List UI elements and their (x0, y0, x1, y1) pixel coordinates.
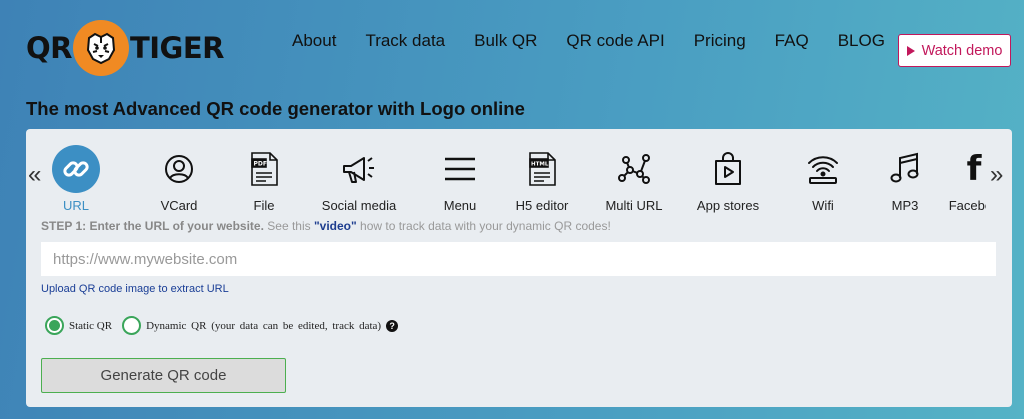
svg-text:HTML: HTML (531, 162, 549, 168)
facebook-icon: f (966, 149, 982, 189)
qr-generator-panel: « » URL VCard PDF File Social media Menu… (26, 129, 1012, 407)
nav-bulk-qr[interactable]: Bulk QR (474, 31, 537, 51)
nav-about[interactable]: About (292, 31, 336, 51)
type-label: Social media (321, 198, 397, 213)
type-multi-url[interactable]: Multi URL (602, 145, 666, 213)
network-icon (610, 145, 658, 193)
type-label: VCard (160, 198, 198, 213)
play-icon (906, 45, 915, 56)
tiger-icon (72, 20, 129, 76)
type-label: File (253, 198, 275, 213)
nav-track-data[interactable]: Track data (365, 31, 445, 51)
video-link[interactable]: "video" (314, 219, 357, 233)
menu-icon (436, 145, 484, 193)
logo-text-right: TIGER (129, 31, 225, 65)
nav-qr-code-api[interactable]: QR code API (566, 31, 664, 51)
step-instructions: STEP 1: Enter the URL of your website. S… (41, 219, 611, 233)
type-label: Faceboo (948, 198, 986, 213)
type-app-stores[interactable]: App stores (692, 145, 764, 213)
html-file-icon: HTML (518, 145, 566, 193)
user-icon (155, 145, 203, 193)
type-facebook[interactable]: f Faceboo (944, 145, 986, 213)
upload-qr-link[interactable]: Upload QR code image to extract URL (41, 283, 229, 295)
static-qr-radio[interactable] (45, 316, 64, 335)
type-label: App stores (696, 198, 760, 213)
type-h5-editor[interactable]: HTML H5 editor (510, 145, 574, 213)
url-input[interactable] (41, 242, 996, 276)
qr-mode-radio-group: Static QR Dynamic QR (your data can be e… (45, 316, 399, 335)
type-vcard[interactable]: VCard (146, 145, 212, 213)
link-icon (52, 145, 100, 193)
step-title: STEP 1: Enter the URL of your website. (41, 219, 264, 233)
type-mp3[interactable]: MP3 (880, 145, 930, 213)
type-social-media[interactable]: Social media (306, 145, 412, 213)
nav-faq[interactable]: FAQ (775, 31, 809, 51)
dynamic-qr-label: Dynamic QR (your data can be edited, tra… (146, 319, 382, 332)
type-label: H5 editor (515, 198, 569, 213)
shopping-bag-icon (704, 145, 752, 193)
type-label: Multi URL (605, 198, 663, 213)
chevron-right-icon[interactable]: » (990, 161, 1003, 189)
type-label: MP3 (891, 198, 919, 213)
nav-blog[interactable]: BLOG (838, 31, 885, 51)
type-file[interactable]: PDF File (236, 145, 292, 213)
svg-text:PDF: PDF (254, 161, 267, 168)
type-wifi[interactable]: Wifi (798, 145, 848, 213)
type-label: URL (62, 198, 89, 213)
watch-demo-button[interactable]: Watch demo (898, 34, 1011, 67)
megaphone-icon (335, 145, 383, 193)
watch-demo-label: Watch demo (921, 42, 1003, 59)
main-nav: About Track data Bulk QR QR code API Pri… (292, 31, 914, 51)
logo-text-left: QR (26, 31, 72, 65)
nav-pricing[interactable]: Pricing (694, 31, 746, 51)
page-title: The most Advanced QR code generator with… (26, 98, 525, 119)
static-qr-label: Static QR (69, 319, 113, 332)
wifi-icon (799, 145, 847, 193)
chevron-left-icon[interactable]: « (28, 161, 41, 189)
generate-qr-button[interactable]: Generate QR code (41, 358, 286, 393)
type-url[interactable]: URL (50, 145, 102, 213)
qr-type-carousel: URL VCard PDF File Social media Menu HTM… (46, 145, 986, 213)
radio-selected-dot (49, 320, 60, 331)
pdf-file-icon: PDF (240, 145, 288, 193)
type-label: Menu (443, 198, 477, 213)
music-icon (881, 145, 929, 193)
logo[interactable]: QR TIGER (26, 18, 225, 78)
help-icon[interactable]: ? (386, 319, 399, 332)
dynamic-qr-radio[interactable] (122, 316, 142, 335)
type-label: Wifi (812, 198, 834, 213)
step-post: how to track data with your dynamic QR c… (356, 219, 611, 233)
step-pre: See this (263, 219, 314, 233)
type-menu[interactable]: Menu (434, 145, 486, 213)
